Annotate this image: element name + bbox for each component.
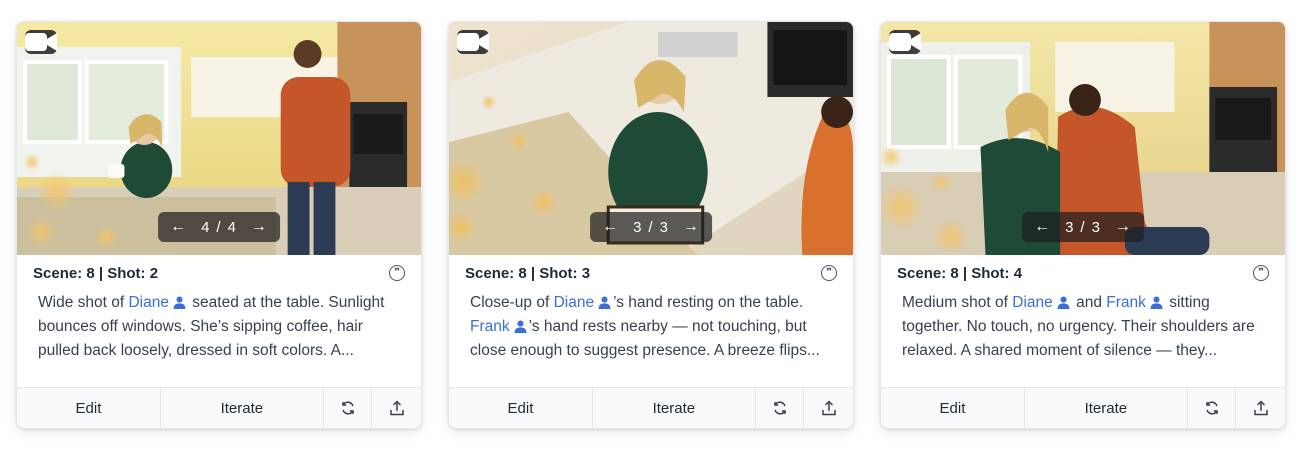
desc-text: Close-up of [470,294,554,311]
shot-card: ← 3 / 3 → Scene: 8 | Shot: 4 ❞ Medium sh… [880,21,1286,429]
iterate-button[interactable]: Iterate [1025,388,1188,428]
quote-icon[interactable]: ❞ [1253,265,1269,281]
pager-separator: / [648,218,654,236]
edit-button[interactable]: Edit [449,388,593,428]
image-pager: ← 3 / 3 → [1022,212,1144,242]
refresh-icon [341,401,354,415]
shot-description: Close-up of Diane ’s hand resting on the … [449,291,853,387]
shot-image[interactable]: ← 3 / 3 → [449,22,853,255]
refresh-button[interactable] [1188,388,1237,428]
share-button[interactable] [804,388,853,428]
pager-current: 4 [201,218,211,236]
pager-current: 3 [1065,218,1075,236]
edit-button[interactable]: Edit [881,388,1025,428]
scene-shot-label: Scene: 8 | Shot: 4 [897,264,1023,282]
pager-prev-button[interactable]: ← [598,218,623,236]
refresh-button[interactable] [756,388,805,428]
share-icon [1253,400,1268,416]
share-icon [389,400,404,416]
pager-total: 3 [1091,218,1101,236]
shot-meta: Scene: 8 | Shot: 4 ❞ [881,255,1285,291]
person-icon [1150,296,1163,309]
shot-card: ← 4 / 4 → Scene: 8 | Shot: 2 ❞ Wide shot… [16,21,422,429]
card-actions: Edit Iterate [881,387,1285,428]
edit-button[interactable]: Edit [17,388,161,428]
character-link-diane[interactable]: Diane [1012,294,1053,311]
pager-prev-button[interactable]: ← [1030,218,1055,236]
character-link-diane[interactable]: Diane [128,294,169,311]
pager-next-button[interactable]: → [1111,218,1136,236]
iterate-button[interactable]: Iterate [161,388,324,428]
shot-meta: Scene: 8 | Shot: 2 ❞ [17,255,421,291]
shot-image[interactable]: ← 3 / 3 → [881,22,1285,255]
video-camera-icon [25,30,57,54]
pager-total: 3 [659,218,669,236]
pager-counter: 4 / 4 [201,219,237,236]
shot-description: Wide shot of Diane seated at the table. … [17,291,421,387]
pager-current: 3 [633,218,643,236]
person-icon [1057,296,1070,309]
share-icon [821,400,836,416]
pager-next-button[interactable]: → [247,218,272,236]
pager-counter: 3 / 3 [1065,219,1101,236]
character-link-frank[interactable]: Frank [1106,294,1146,311]
character-link-frank[interactable]: Frank [470,318,510,335]
desc-text: and [1071,294,1107,311]
refresh-icon [1205,401,1218,415]
pager-separator: / [216,218,222,236]
scene-shot-label: Scene: 8 | Shot: 3 [465,264,591,282]
card-actions: Edit Iterate [449,387,853,428]
person-icon [598,296,611,309]
iterate-button[interactable]: Iterate [593,388,756,428]
pager-total: 4 [227,218,237,236]
card-actions: Edit Iterate [17,387,421,428]
refresh-button[interactable] [324,388,373,428]
desc-text: ’s hand resting on the table. [613,294,804,311]
image-pager: ← 4 / 4 → [158,212,280,242]
shot-meta: Scene: 8 | Shot: 3 ❞ [449,255,853,291]
person-icon [514,320,527,333]
shot-card: ← 3 / 3 → Scene: 8 | Shot: 3 ❞ Close-up … [448,21,854,429]
video-camera-icon [457,30,489,54]
pager-prev-button[interactable]: ← [166,218,191,236]
shot-image[interactable]: ← 4 / 4 → [17,22,421,255]
scene-shot-label: Scene: 8 | Shot: 2 [33,264,159,282]
pager-separator: / [1080,218,1086,236]
shot-description: Medium shot of Diane and Frank sitting t… [881,291,1285,387]
video-camera-icon [889,30,921,54]
share-button[interactable] [372,388,421,428]
pager-next-button[interactable]: → [679,218,704,236]
desc-text: Medium shot of [902,294,1013,311]
character-link-diane[interactable]: Diane [554,294,595,311]
pager-counter: 3 / 3 [633,219,669,236]
desc-text: Wide shot of [38,294,129,311]
quote-icon[interactable]: ❞ [389,265,405,281]
share-button[interactable] [1236,388,1285,428]
image-pager: ← 3 / 3 → [590,212,712,242]
refresh-icon [773,401,786,415]
quote-icon[interactable]: ❞ [821,265,837,281]
person-icon [173,296,186,309]
